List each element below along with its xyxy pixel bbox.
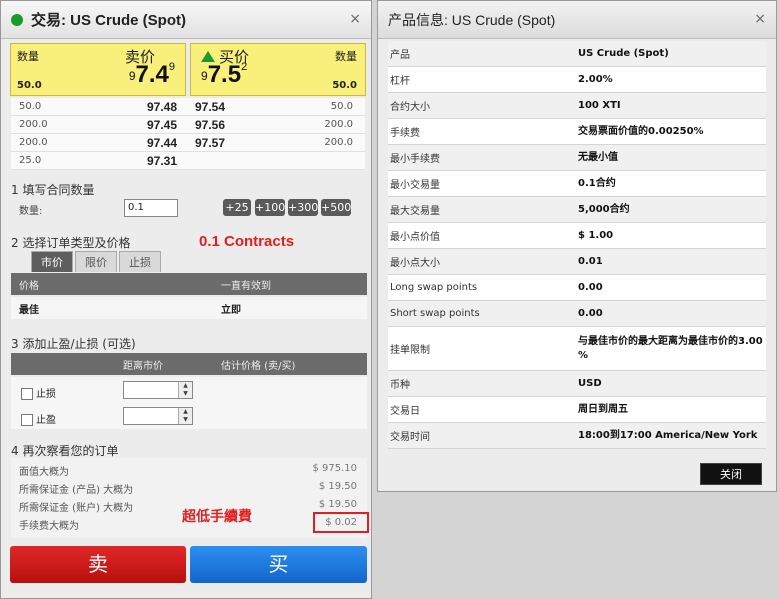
status-dot-icon bbox=[11, 13, 23, 26]
close-icon[interactable]: × bbox=[349, 11, 361, 27]
info-row: 手续费 交易票面价值的0.00250% bbox=[388, 119, 766, 145]
step2-heading: 2 选择订单类型及价格 bbox=[11, 236, 131, 250]
info-row: 最小点大小 0.01 bbox=[388, 249, 766, 275]
stop-loss-stepper[interactable]: ▲ ▼ bbox=[123, 381, 193, 399]
review-label: 所需保证金 (账户) 大概为 bbox=[19, 503, 134, 514]
review-label: 所需保证金 (产品) 大概为 bbox=[19, 485, 134, 496]
sell-quote[interactable]: 数量 卖价 97.49 50.0 bbox=[10, 43, 186, 96]
buy-qty-label: 数量 bbox=[335, 50, 357, 63]
stepper-arrows-icon[interactable]: ▲ ▼ bbox=[178, 408, 192, 424]
info-row: 挂单限制 与最佳市价的最大距离为最佳市价的3.00 % bbox=[388, 327, 766, 371]
col-validity: 一直有效到 bbox=[221, 280, 271, 292]
info-row: Short swap points 0.00 bbox=[388, 301, 766, 327]
review-value: $ 19.50 bbox=[318, 481, 357, 492]
order-type-tabs: 市价 限价 止损 bbox=[31, 251, 163, 272]
buy-price: 97.52 bbox=[201, 61, 248, 88]
trade-titlebar: 交易: US Crude (Spot) × bbox=[1, 1, 371, 39]
info-row: 交易时间 18:00到17:00 America/New York bbox=[388, 423, 766, 449]
trade-panel: 交易: US Crude (Spot) × 数量 卖价 97.49 50.0 买… bbox=[0, 0, 372, 599]
stepper-arrows-icon[interactable]: ▲ ▼ bbox=[178, 382, 192, 398]
depth-row[interactable]: 200.0 97.44 97.57 200.0 bbox=[11, 134, 365, 152]
step4-heading: 4 再次察看您的订单 bbox=[11, 444, 119, 458]
order-row: 最佳 立即 bbox=[11, 297, 367, 319]
buy-button[interactable]: 买 bbox=[190, 546, 367, 583]
take-profit-stepper[interactable]: ▲ ▼ bbox=[123, 407, 193, 425]
sell-button[interactable]: 卖 bbox=[10, 546, 186, 583]
review-value: $ 19.50 bbox=[318, 499, 357, 510]
add-100-button[interactable]: +100 bbox=[255, 199, 285, 216]
info-row: 币种 USD bbox=[388, 371, 766, 397]
qty-input[interactable]: 0.1 bbox=[124, 199, 178, 217]
info-row: Long swap points 0.00 bbox=[388, 275, 766, 301]
take-profit-checkbox[interactable] bbox=[21, 414, 33, 426]
trade-title: 交易: US Crude (Spot) bbox=[31, 12, 186, 29]
info-row: 合约大小 100 XTI bbox=[388, 93, 766, 119]
add-500-button[interactable]: +500 bbox=[321, 199, 351, 216]
sell-qty-label: 数量 bbox=[17, 50, 39, 63]
tab-stop[interactable]: 止损 bbox=[119, 251, 161, 272]
col-price: 价格 bbox=[19, 280, 39, 292]
sell-price: 97.49 bbox=[128, 61, 175, 88]
price-value[interactable]: 最佳 bbox=[11, 301, 221, 316]
step3-heading: 3 添加止盈/止损 (可选) bbox=[11, 337, 136, 351]
stop-loss-option[interactable]: 止损 bbox=[21, 385, 56, 400]
annotation-contracts: 0.1 Contracts bbox=[199, 233, 295, 250]
validity-value[interactable]: 立即 bbox=[221, 301, 241, 316]
depth-row[interactable]: 200.0 97.45 97.56 200.0 bbox=[11, 116, 365, 134]
add-300-button[interactable]: +300 bbox=[288, 199, 318, 216]
col-est: 估计价格 (卖/买) bbox=[221, 360, 296, 372]
depth-row[interactable]: 25.0 97.31 bbox=[11, 152, 365, 170]
info-row: 最小点价值 $ 1.00 bbox=[388, 223, 766, 249]
close-icon[interactable]: × bbox=[754, 11, 766, 27]
buy-quote[interactable]: 买价 数量 97.52 50.0 bbox=[190, 43, 366, 96]
add-25-button[interactable]: +25 bbox=[223, 199, 251, 216]
info-row: 最小交易量 0.1合约 bbox=[388, 171, 766, 197]
stop-loss-checkbox[interactable] bbox=[21, 388, 33, 400]
step1-heading: 1 填写合同数量 bbox=[11, 183, 95, 197]
annotation-fee: 超低手續費 bbox=[182, 509, 252, 525]
info-row: 最小手续费 无最小值 bbox=[388, 145, 766, 171]
buy-qty: 50.0 bbox=[332, 80, 357, 91]
review-label: 面值大概为 bbox=[19, 467, 69, 478]
review-value: $ 975.10 bbox=[312, 463, 357, 474]
info-row: 最大交易量 5,000合约 bbox=[388, 197, 766, 223]
info-titlebar: 产品信息: US Crude (Spot) × bbox=[378, 1, 776, 39]
fee-highlight-box bbox=[313, 512, 369, 533]
info-row: 交易日 周日到周五 bbox=[388, 397, 766, 423]
market-depth: 50.0 97.48 97.54 50.0 200.0 97.45 97.56 … bbox=[11, 98, 365, 170]
tab-limit[interactable]: 限价 bbox=[75, 251, 117, 272]
take-profit-option[interactable]: 止盈 bbox=[21, 411, 56, 426]
info-table: 产品 US Crude (Spot) 杠杆 2.00% 合约大小 100 XTI 手续… bbox=[388, 41, 766, 449]
review-label: 手续费大概为 bbox=[19, 521, 79, 532]
sell-qty: 50.0 bbox=[17, 80, 42, 91]
col-distance: 距离市价 bbox=[123, 360, 163, 372]
qty-label: 数量: bbox=[19, 206, 43, 217]
product-info-panel: 产品信息: US Crude (Spot) × 产品 US Crude (Spot… bbox=[377, 0, 777, 492]
info-row: 杠杆 2.00% bbox=[388, 67, 766, 93]
tab-market[interactable]: 市价 bbox=[31, 251, 73, 272]
sltp-header: 距离市价 估计价格 (卖/买) bbox=[11, 353, 367, 375]
info-row: 产品 US Crude (Spot) bbox=[388, 41, 766, 67]
close-button[interactable]: 关闭 bbox=[700, 463, 762, 485]
depth-row[interactable]: 50.0 97.48 97.54 50.0 bbox=[11, 98, 365, 116]
order-header: 价格 一直有效到 bbox=[11, 273, 367, 295]
info-title: 产品信息: US Crude (Spot) bbox=[388, 11, 556, 28]
